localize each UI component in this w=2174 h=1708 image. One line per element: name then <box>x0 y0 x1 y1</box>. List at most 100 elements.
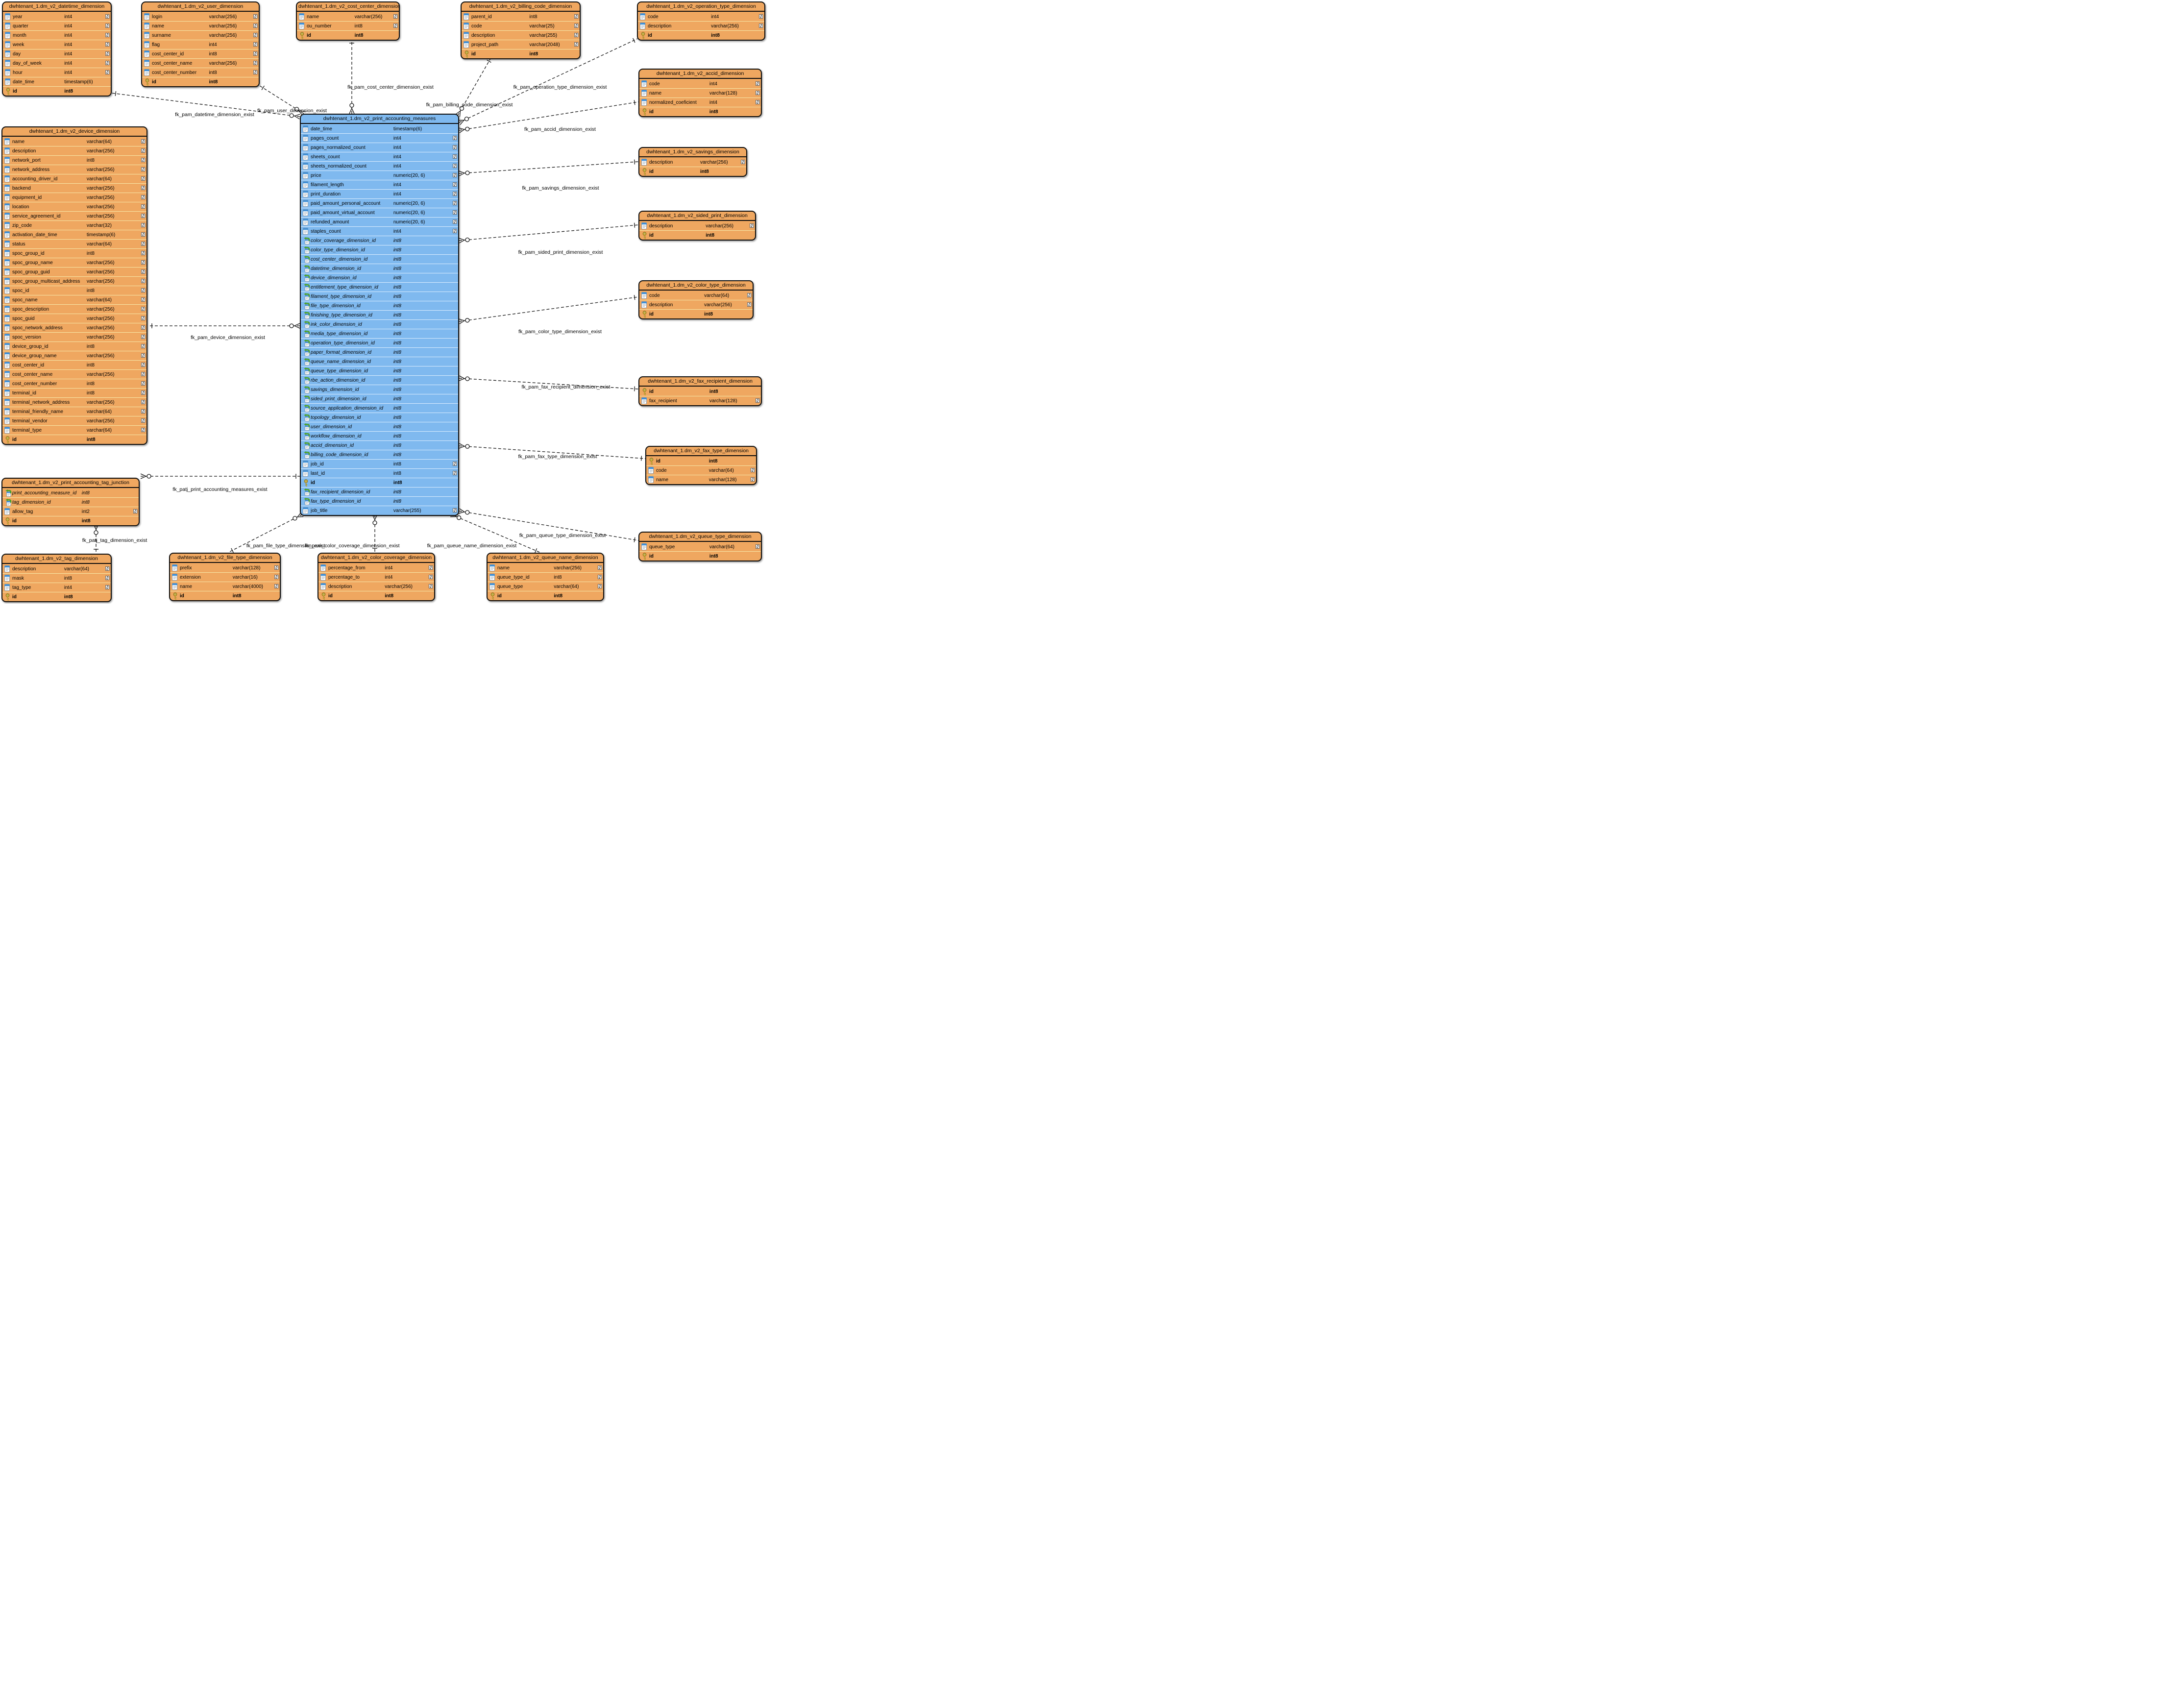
column-row-code[interactable]: codeint4N <box>639 79 761 88</box>
column-row-quarter[interactable]: quarterint4N <box>3 21 111 30</box>
table-sided-print-dimension[interactable]: dwhtenant_1.dm_v2_sided_print_dimensiond… <box>638 211 756 241</box>
column-row-queue_name_dimension_id[interactable]: queue_name_dimension_idint8 <box>301 357 458 366</box>
column-row-sided_print_dimension_id[interactable]: sided_print_dimension_idint8 <box>301 394 458 403</box>
column-row-id[interactable]: idint8 <box>639 167 746 176</box>
column-row-mask[interactable]: maskint8N <box>2 573 111 583</box>
column-row-equipment_id[interactable]: equipment_idvarchar(256)N <box>2 193 147 202</box>
column-row-backend[interactable]: backendvarchar(256)N <box>2 183 147 193</box>
column-row-cost_center_number[interactable]: cost_center_numberint8N <box>142 68 259 77</box>
column-row-prefix[interactable]: prefixvarchar(128)N <box>170 563 280 572</box>
column-row-name[interactable]: namevarchar(4000)N <box>170 582 280 591</box>
column-row-description[interactable]: descriptionvarchar(256)N <box>639 221 755 230</box>
column-row-fax_recipient_dimension_id[interactable]: fax_recipient_dimension_idint8 <box>301 487 458 496</box>
column-row-id[interactable]: idint8 <box>638 30 764 40</box>
column-row-filament_length[interactable]: filament_lengthint4N <box>301 180 458 189</box>
table-title[interactable]: dwhtenant_1.dm_v2_fax_recipient_dimensio… <box>639 377 761 387</box>
column-row-device_group_id[interactable]: device_group_idint8N <box>2 342 147 351</box>
column-row-cost_center_name[interactable]: cost_center_namevarchar(256)N <box>142 58 259 68</box>
column-row-topology_dimension_id[interactable]: topology_dimension_idint8 <box>301 413 458 422</box>
table-accid-dimension[interactable]: dwhtenant_1.dm_v2_accid_dimensioncodeint… <box>638 69 762 117</box>
column-row-name[interactable]: namevarchar(128)N <box>639 88 761 98</box>
column-row-id[interactable]: idint8 <box>301 478 458 487</box>
column-row-id[interactable]: idint8 <box>2 435 147 444</box>
column-row-sheets_normalized_count[interactable]: sheets_normalized_countint4N <box>301 161 458 171</box>
column-row-day_of_week[interactable]: day_of_weekint4N <box>3 58 111 68</box>
column-row-network_address[interactable]: network_addressvarchar(256)N <box>2 165 147 174</box>
column-row-cost_center_name[interactable]: cost_center_namevarchar(256)N <box>2 369 147 379</box>
table-savings-dimension[interactable]: dwhtenant_1.dm_v2_savings_dimensiondescr… <box>638 147 747 177</box>
column-row-staples_count[interactable]: staples_countint4N <box>301 226 458 236</box>
table-file-type-dimension[interactable]: dwhtenant_1.dm_v2_file_type_dimensionpre… <box>169 553 281 601</box>
column-row-surname[interactable]: surnamevarchar(256)N <box>142 30 259 40</box>
column-row-flag[interactable]: flagint4N <box>142 40 259 49</box>
column-row-job_id[interactable]: job_idint8N <box>301 459 458 468</box>
column-row-day[interactable]: dayint4N <box>3 49 111 58</box>
table-title[interactable]: dwhtenant_1.dm_v2_savings_dimension <box>639 148 746 157</box>
column-row-id[interactable]: idint8 <box>142 77 259 86</box>
table-title[interactable]: dwhtenant_1.dm_v2_cost_center_dimension <box>297 2 399 12</box>
column-row-print_duration[interactable]: print_durationint4N <box>301 189 458 198</box>
table-fax-recipient-dimension[interactable]: dwhtenant_1.dm_v2_fax_recipient_dimensio… <box>638 376 762 406</box>
column-row-id[interactable]: idint8 <box>646 456 756 465</box>
column-row-id[interactable]: idint8 <box>297 30 399 40</box>
table-cost-center-dimension[interactable]: dwhtenant_1.dm_v2_cost_center_dimensionn… <box>296 1 400 41</box>
table-title[interactable]: dwhtenant_1.dm_v2_print_accounting_measu… <box>301 115 458 124</box>
column-row-price[interactable]: pricenumeric(20, 6)N <box>301 171 458 180</box>
column-row-spoc_group_id[interactable]: spoc_group_idint8N <box>2 248 147 258</box>
column-row-hour[interactable]: hourint4N <box>3 68 111 77</box>
table-title[interactable]: dwhtenant_1.dm_v2_color_type_dimension <box>639 281 753 291</box>
column-row-id[interactable]: idint8 <box>2 592 111 601</box>
column-row-location[interactable]: locationvarchar(256)N <box>2 202 147 211</box>
column-row-description[interactable]: descriptionvarchar(256)N <box>639 157 746 167</box>
column-row-project_path[interactable]: project_pathvarchar(2048)N <box>462 40 580 49</box>
column-row-accid_dimension_id[interactable]: accid_dimension_idint8 <box>301 440 458 450</box>
table-color-coverage-dimension[interactable]: dwhtenant_1.dm_v2_color_coverage_dimensi… <box>318 553 435 601</box>
column-row-code[interactable]: codevarchar(25)N <box>462 21 580 30</box>
column-row-terminal_vendor[interactable]: terminal_vendorvarchar(256)N <box>2 416 147 425</box>
table-title[interactable]: dwhtenant_1.dm_v2_color_coverage_dimensi… <box>318 554 434 563</box>
table-title[interactable]: dwhtenant_1.dm_v2_file_type_dimension <box>170 554 280 563</box>
column-row-color_coverage_dimension_id[interactable]: color_coverage_dimension_idint8 <box>301 236 458 245</box>
column-row-week[interactable]: weekint4N <box>3 40 111 49</box>
column-row-parent_id[interactable]: parent_idint8N <box>462 12 580 21</box>
column-row-allow_tag[interactable]: allow_tagint2N <box>2 507 139 516</box>
column-row-name[interactable]: namevarchar(256)N <box>297 12 399 21</box>
table-tag-dimension[interactable]: dwhtenant_1.dm_v2_tag_dimensiondescripti… <box>1 554 112 602</box>
column-row-year[interactable]: yearint4N <box>3 12 111 21</box>
column-row-rbe_action_dimension_id[interactable]: rbe_action_dimension_idint8 <box>301 375 458 385</box>
column-row-description[interactable]: descriptionvarchar(256)N <box>639 300 753 309</box>
table-user-dimension[interactable]: dwhtenant_1.dm_v2_user_dimensionloginvar… <box>141 1 260 87</box>
column-row-normalized_coeficient[interactable]: normalized_coeficientint4N <box>639 98 761 107</box>
column-row-entitlement_type_dimension_id[interactable]: entitlement_type_dimension_idint8 <box>301 282 458 292</box>
column-row-date_time[interactable]: date_timetimestamp(6) <box>301 124 458 133</box>
column-row-spoc_version[interactable]: spoc_versionvarchar(256)N <box>2 332 147 342</box>
column-row-code[interactable]: codeint4N <box>638 12 764 21</box>
column-row-cost_center_number[interactable]: cost_center_numberint8N <box>2 379 147 388</box>
column-row-percentage_from[interactable]: percentage_fromint4N <box>318 563 434 572</box>
column-row-id[interactable]: idint8 <box>3 86 111 96</box>
column-row-code[interactable]: codevarchar(64)N <box>639 291 753 300</box>
column-row-name[interactable]: namevarchar(64)N <box>2 137 147 146</box>
column-row-sheets_count[interactable]: sheets_countint4N <box>301 152 458 161</box>
column-row-description[interactable]: descriptionvarchar(255)N <box>462 30 580 40</box>
table-title[interactable]: dwhtenant_1.dm_v2_billing_code_dimension <box>462 2 580 12</box>
table-queue-name-dimension[interactable]: dwhtenant_1.dm_v2_queue_name_dimensionna… <box>487 553 604 601</box>
column-row-tag_dimension_id[interactable]: tag_dimension_idint8 <box>2 497 139 507</box>
column-row-id[interactable]: idint8 <box>462 49 580 58</box>
column-row-spoc_guid[interactable]: spoc_guidvarchar(256)N <box>2 314 147 323</box>
column-row-spoc_group_name[interactable]: spoc_group_namevarchar(256)N <box>2 258 147 267</box>
column-row-datetime_dimension_id[interactable]: datetime_dimension_idint8 <box>301 264 458 273</box>
column-row-id[interactable]: idint8 <box>639 387 761 396</box>
column-row-ink_color_dimension_id[interactable]: ink_color_dimension_idint8 <box>301 319 458 329</box>
column-row-id[interactable]: idint8 <box>318 591 434 600</box>
table-title[interactable]: dwhtenant_1.dm_v2_device_dimension <box>2 127 147 137</box>
table-title[interactable]: dwhtenant_1.dm_v2_accid_dimension <box>639 70 761 79</box>
column-row-job_title[interactable]: job_titlevarchar(255)N <box>301 506 458 515</box>
column-row-user_dimension_id[interactable]: user_dimension_idint8 <box>301 422 458 431</box>
column-row-billing_code_dimension_id[interactable]: billing_code_dimension_idint8 <box>301 450 458 459</box>
column-row-color_type_dimension_id[interactable]: color_type_dimension_idint8 <box>301 245 458 254</box>
table-datetime-dimension[interactable]: dwhtenant_1.dm_v2_datetime_dimensionyear… <box>2 1 112 97</box>
column-row-terminal_network_address[interactable]: terminal_network_addressvarchar(256)N <box>2 397 147 407</box>
column-row-code[interactable]: codevarchar(64)N <box>646 465 756 475</box>
column-row-name[interactable]: namevarchar(256)N <box>488 563 603 572</box>
